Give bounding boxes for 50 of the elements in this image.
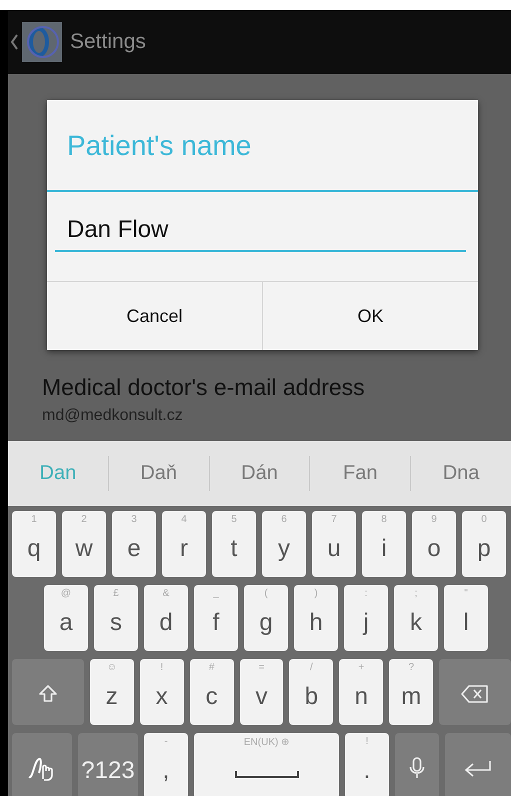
name-input-field[interactable]: Dan Flow: [55, 210, 466, 252]
key[interactable]: 9 o: [412, 511, 456, 577]
key[interactable]: 3 e: [112, 511, 156, 577]
dialog-button[interactable]: OK: [262, 282, 478, 350]
key[interactable]: = v: [240, 659, 284, 725]
key[interactable]: _ f: [194, 585, 238, 651]
key[interactable]: + n: [339, 659, 384, 725]
word-suggestion[interactable]: Dna: [410, 456, 511, 491]
key[interactable]: ? m: [389, 659, 434, 725]
key[interactable]: 8 i: [362, 511, 406, 577]
shift-icon: [38, 684, 58, 704]
key[interactable]: 2 w: [62, 511, 106, 577]
key[interactable]: ☺ z: [90, 659, 134, 725]
dialog-button[interactable]: Cancel: [47, 282, 262, 350]
key[interactable]: ! x: [140, 659, 184, 725]
enter-key[interactable]: [445, 733, 511, 796]
word-suggestion[interactable]: Fan: [309, 456, 410, 491]
key[interactable]: £ s: [94, 585, 138, 651]
key[interactable]: : j: [344, 585, 388, 651]
screen-title: Settings: [70, 30, 146, 54]
key[interactable]: - ,: [144, 733, 188, 796]
backspace-key[interactable]: [439, 659, 511, 725]
key[interactable]: 5 t: [212, 511, 256, 577]
enter-icon: [463, 758, 493, 778]
key[interactable]: 4 r: [162, 511, 206, 577]
backspace-icon: [460, 684, 490, 704]
key[interactable]: 7 u: [312, 511, 356, 577]
key[interactable]: " l: [444, 585, 488, 651]
key[interactable]: ! .: [345, 733, 389, 796]
key[interactable]: ( g: [244, 585, 288, 651]
dialog-title: Patient's name: [66, 129, 252, 163]
word-suggestion[interactable]: Daň: [108, 456, 209, 491]
back-chevron-icon[interactable]: [10, 34, 18, 50]
key[interactable]: ; k: [394, 585, 438, 651]
setting-value: md@medkonsult.cz: [42, 407, 184, 425]
microphone-icon: [408, 756, 426, 780]
key[interactable]: / b: [289, 659, 334, 725]
key[interactable]: # c: [190, 659, 234, 725]
symbols-key[interactable]: ?123: [78, 733, 138, 796]
key[interactable]: @ a: [44, 585, 88, 651]
key[interactable]: & d: [144, 585, 188, 651]
shift-key[interactable]: [12, 659, 84, 725]
space-bar-icon: [234, 770, 298, 778]
word-suggestion[interactable]: Dán: [208, 456, 310, 491]
voice-input-key[interactable]: [395, 733, 439, 796]
swipe-key[interactable]: [12, 733, 72, 796]
key[interactable]: ) h: [294, 585, 338, 651]
key[interactable]: 0 p: [462, 511, 506, 577]
key[interactable]: 1 q: [12, 511, 56, 577]
key[interactable]: 6 y: [262, 511, 306, 577]
